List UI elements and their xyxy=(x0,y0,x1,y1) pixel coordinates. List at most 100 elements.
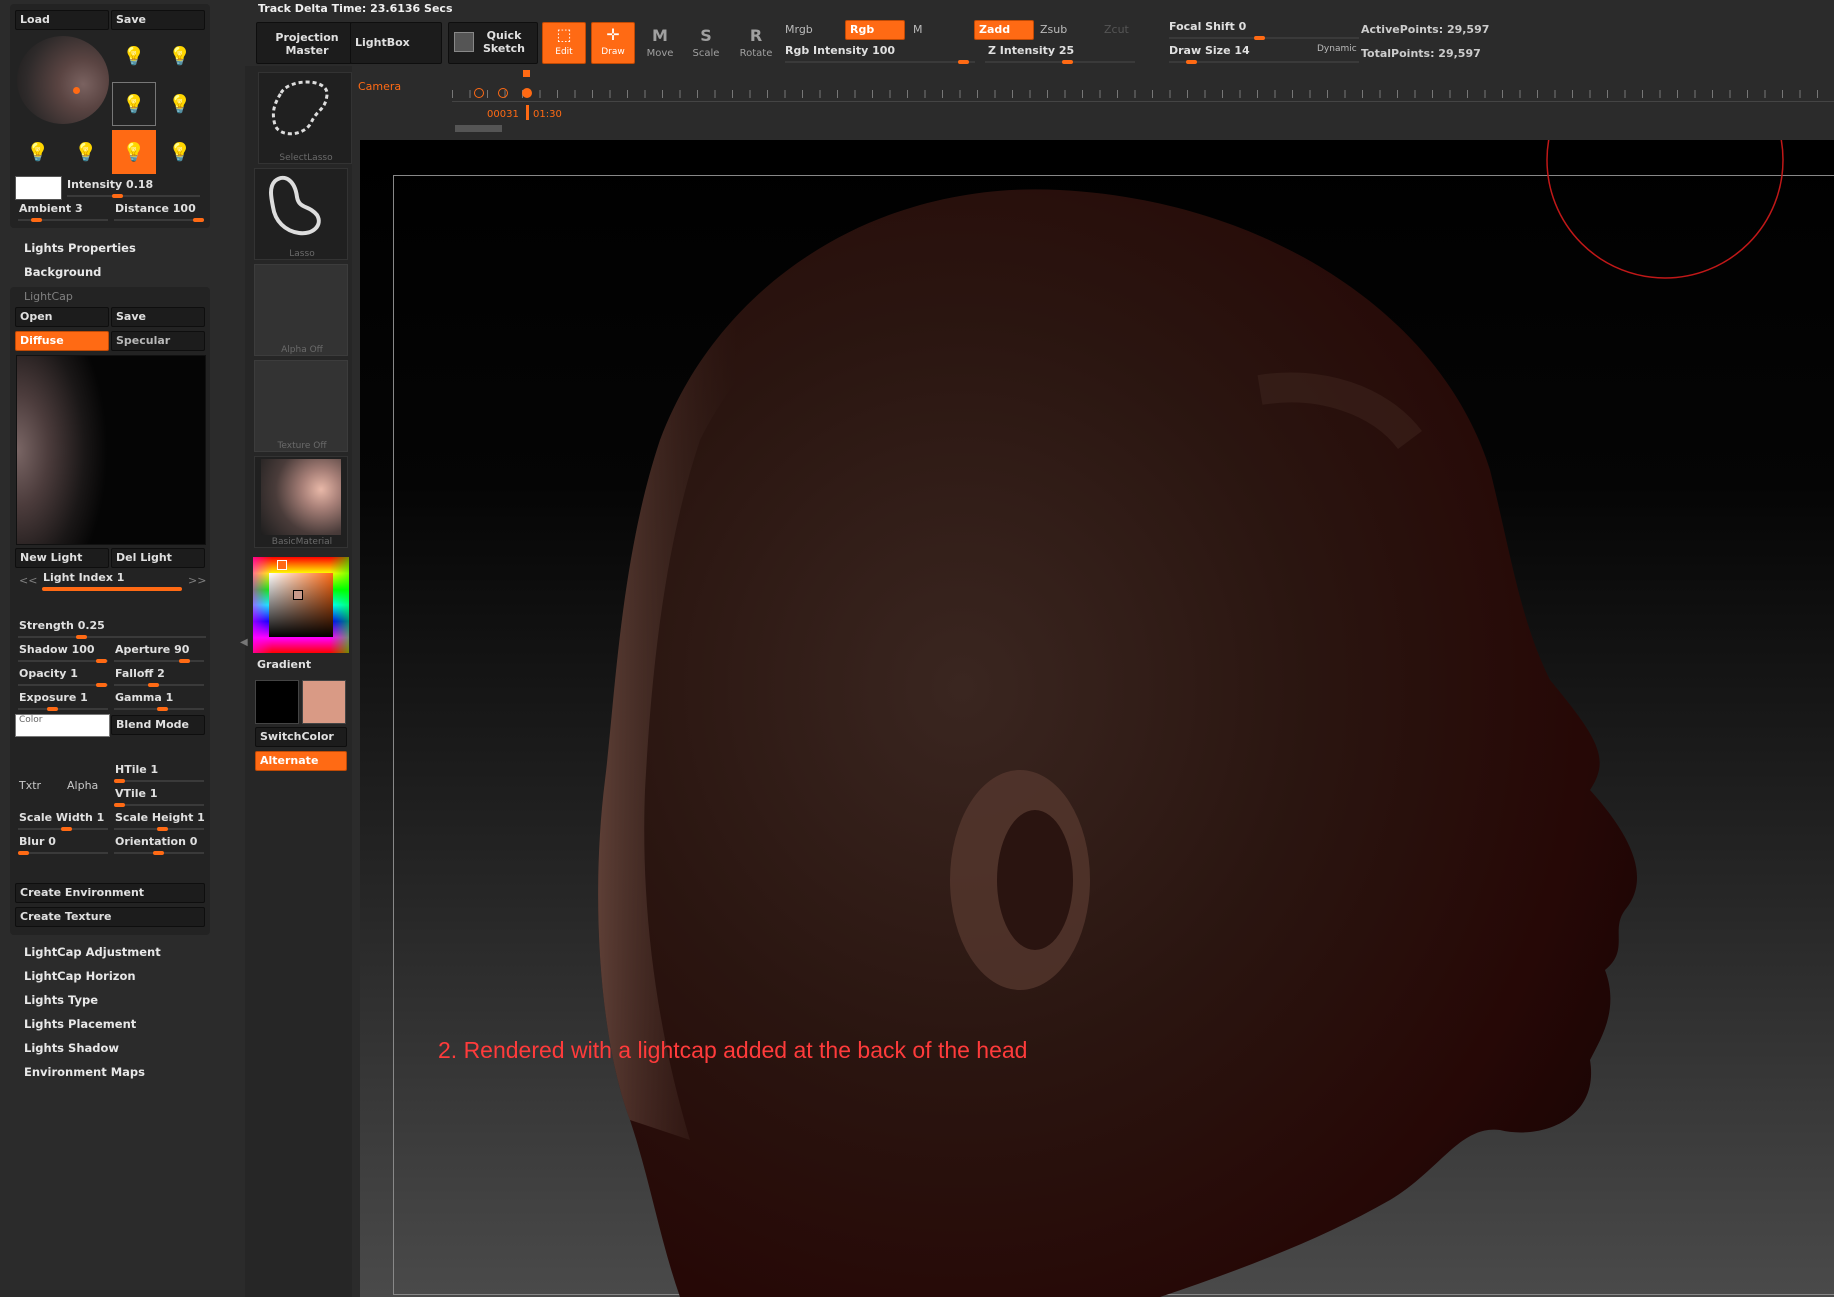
menu-lights-shadow[interactable]: Lights Shadow xyxy=(24,1041,119,1055)
keyframe-icon[interactable] xyxy=(474,88,484,98)
shadow-slider[interactable]: Shadow 100 xyxy=(19,643,95,656)
left-shelf-collapse-icon[interactable]: ◀ xyxy=(240,637,248,651)
distance-slider[interactable]: Distance 100 xyxy=(115,202,196,215)
slider-knob[interactable] xyxy=(179,659,190,663)
slider-knob[interactable] xyxy=(157,707,168,711)
gradient-toggle[interactable]: Gradient xyxy=(257,658,311,671)
light-position-marker[interactable] xyxy=(73,87,80,94)
orientation-slider[interactable]: Orientation 0 xyxy=(115,835,197,848)
zsub-toggle[interactable]: Zsub xyxy=(1040,23,1067,36)
ambient-slider[interactable]: Ambient 3 xyxy=(19,202,83,215)
slider-knob[interactable] xyxy=(112,194,123,198)
document-canvas[interactable]: 2. Rendered with a lightcap added at the… xyxy=(360,140,1834,1297)
slider-knob[interactable] xyxy=(61,827,72,831)
light-bulb-icon[interactable]: 💡 xyxy=(158,82,202,126)
scale-height-slider[interactable]: Scale Height 1 xyxy=(115,811,205,824)
texture-thumb[interactable]: Texture Off xyxy=(254,360,348,452)
main-color-swatch[interactable] xyxy=(255,680,299,724)
slider-knob[interactable] xyxy=(157,827,168,831)
slider-knob[interactable] xyxy=(47,707,58,711)
timeline-marker[interactable] xyxy=(523,70,530,77)
slider-knob[interactable] xyxy=(114,779,125,783)
menu-lights-properties[interactable]: Lights Properties xyxy=(24,241,136,255)
menu-background[interactable]: Background xyxy=(24,265,101,279)
blur-slider[interactable]: Blur 0 xyxy=(19,835,56,848)
exposure-slider[interactable]: Exposure 1 xyxy=(19,691,88,704)
quick-sketch-button[interactable]: Quick Sketch xyxy=(448,22,538,64)
alpha-thumb[interactable]: Alpha Off xyxy=(254,264,348,356)
gamma-slider[interactable]: Gamma 1 xyxy=(115,691,173,704)
zadd-toggle[interactable]: Zadd xyxy=(974,20,1034,40)
menu-environment-maps[interactable]: Environment Maps xyxy=(24,1065,145,1079)
rotate-button[interactable]: R Rotate xyxy=(733,24,779,72)
material-thumb[interactable]: BasicMaterial xyxy=(254,456,348,548)
scale-width-slider[interactable]: Scale Width 1 xyxy=(19,811,104,824)
slider-knob[interactable] xyxy=(18,851,29,855)
next-light-icon[interactable]: >> xyxy=(188,574,206,587)
falloff-slider[interactable]: Falloff 2 xyxy=(115,667,165,680)
strength-slider[interactable]: Strength 0.25 xyxy=(19,619,105,632)
light-bulb-icon[interactable]: 💡 xyxy=(112,82,156,126)
new-light-button[interactable]: New Light xyxy=(15,548,109,568)
menu-lightcap-adjustment[interactable]: LightCap Adjustment xyxy=(24,945,161,959)
prev-light-icon[interactable]: << xyxy=(19,574,37,587)
create-texture-button[interactable]: Create Texture xyxy=(15,907,205,927)
focal-shift-slider[interactable]: Focal Shift 0 xyxy=(1169,20,1246,33)
slider-knob[interactable] xyxy=(76,635,87,639)
create-environment-button[interactable]: Create Environment xyxy=(15,883,205,903)
m-toggle[interactable]: M xyxy=(913,23,923,36)
slider-knob[interactable] xyxy=(31,218,42,222)
slider-knob[interactable] xyxy=(96,659,107,663)
light-color-swatch[interactable] xyxy=(15,176,62,200)
opacity-slider[interactable]: Opacity 1 xyxy=(19,667,78,680)
timeline-scrollbar[interactable] xyxy=(455,125,502,132)
blend-mode-button[interactable]: Blend Mode xyxy=(111,715,205,735)
txtr-button[interactable]: Txtr xyxy=(19,779,41,792)
mrgb-toggle[interactable]: Mrgb xyxy=(785,23,813,36)
hue-marker[interactable] xyxy=(277,560,287,570)
color-marker[interactable] xyxy=(293,590,303,600)
light-bulb-icon-active[interactable]: 💡 xyxy=(112,130,156,174)
z-intensity-slider[interactable]: Z Intensity 25 xyxy=(988,44,1074,57)
slider-knob[interactable] xyxy=(1254,36,1265,40)
slider-knob[interactable] xyxy=(153,851,164,855)
slider-knob[interactable] xyxy=(1186,60,1197,64)
load-button[interactable]: Load xyxy=(15,10,109,30)
secondary-color-swatch[interactable] xyxy=(302,680,346,724)
menu-lights-type[interactable]: Lights Type xyxy=(24,993,98,1007)
vtile-slider[interactable]: VTile 1 xyxy=(115,787,158,800)
light-bulb-icon[interactable]: 💡 xyxy=(112,34,156,78)
slider-knob[interactable] xyxy=(114,803,125,807)
lightcap-save-button[interactable]: Save xyxy=(111,307,205,327)
timeline-track[interactable] xyxy=(452,86,1834,102)
light-index-slider[interactable]: Light Index 1 xyxy=(43,571,124,584)
keyframe-icon[interactable] xyxy=(498,88,508,98)
slider-knob[interactable] xyxy=(193,218,204,222)
projection-master-button[interactable]: Projection Master xyxy=(256,22,352,64)
alternate-button[interactable]: Alternate xyxy=(255,751,347,771)
switch-color-button[interactable]: SwitchColor xyxy=(255,727,347,747)
slider-knob[interactable] xyxy=(1062,60,1073,64)
saturation-value-square[interactable] xyxy=(269,573,333,637)
slider-knob[interactable] xyxy=(148,683,159,687)
lasso-thumb[interactable]: Lasso xyxy=(254,168,348,260)
dynamic-toggle[interactable]: Dynamic xyxy=(1317,44,1357,54)
aperture-slider[interactable]: Aperture 90 xyxy=(115,643,189,656)
alpha-button[interactable]: Alpha xyxy=(67,779,98,792)
light-sphere-preview[interactable] xyxy=(17,36,109,124)
save-button[interactable]: Save xyxy=(111,10,205,30)
del-light-button[interactable]: Del Light xyxy=(111,548,205,568)
lightbox-button[interactable]: LightBox xyxy=(350,22,442,64)
menu-lights-placement[interactable]: Lights Placement xyxy=(24,1017,136,1031)
htile-slider[interactable]: HTile 1 xyxy=(115,763,158,776)
specular-button[interactable]: Specular xyxy=(111,331,205,351)
draw-button[interactable]: ✛ Draw xyxy=(591,22,635,64)
scale-button[interactable]: S Scale xyxy=(683,24,729,72)
zcut-toggle[interactable]: Zcut xyxy=(1104,23,1129,36)
edit-button[interactable]: ⬚ Edit xyxy=(542,22,586,64)
select-lasso-thumb[interactable]: SelectLasso xyxy=(258,72,352,164)
lightcap-color-swatch[interactable]: Color xyxy=(15,714,110,737)
time-cursor[interactable] xyxy=(526,105,529,120)
move-button[interactable]: M Move xyxy=(637,24,683,72)
light-bulb-icon[interactable]: 💡 xyxy=(16,130,60,174)
